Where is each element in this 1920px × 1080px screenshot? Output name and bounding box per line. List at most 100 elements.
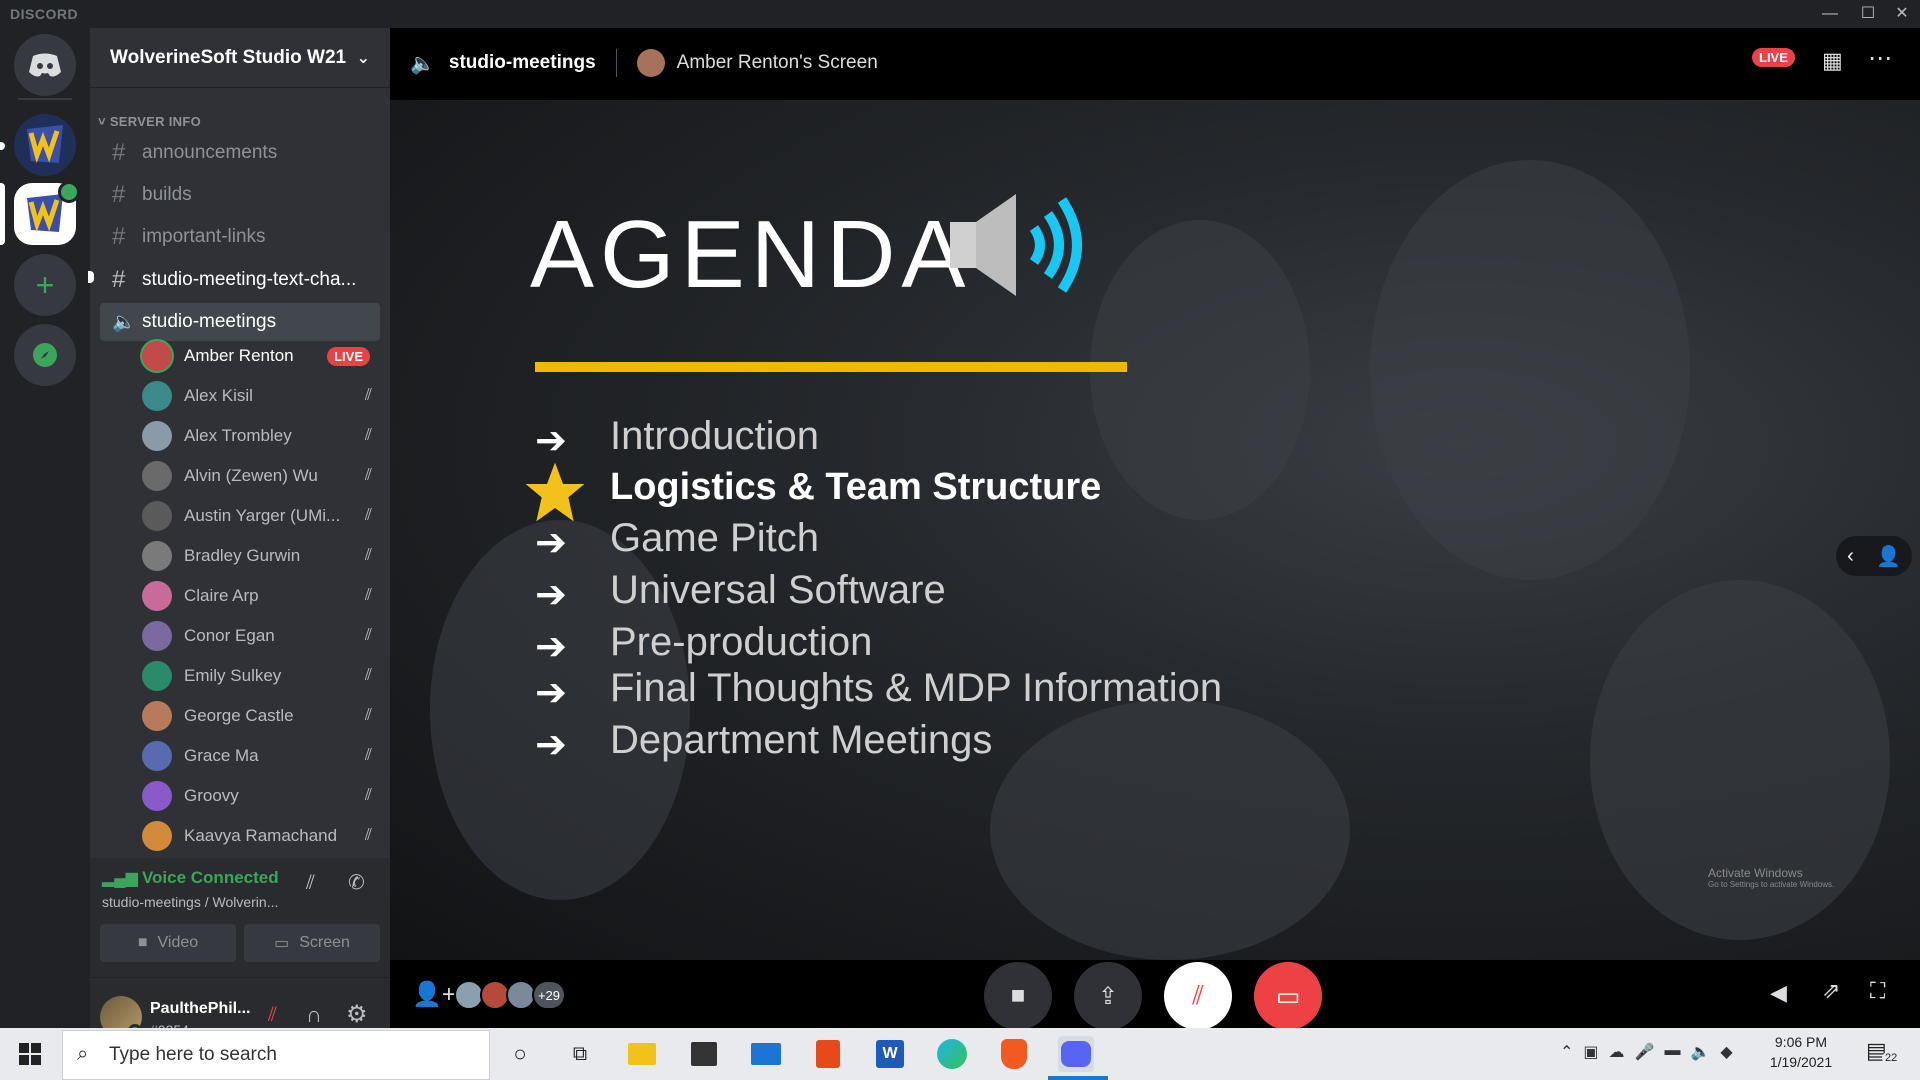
channel-sidebar: WolverineSoft Studio W21 ⌄ ˅ SERVER INFO… — [88, 28, 390, 1058]
word-icon[interactable]: W — [872, 1036, 908, 1072]
cortana-icon[interactable]: ○ — [502, 1036, 538, 1072]
close-button[interactable]: ✕ — [1882, 0, 1920, 28]
mic-muted-icon: ⫽ — [364, 467, 372, 484]
participant-overflow-count: +29 — [532, 980, 566, 1010]
voice-user[interactable]: Amber Renton LIVE — [142, 338, 380, 374]
stream-header: 🔈 studio-meetings Amber Renton's Screen … — [390, 28, 1920, 98]
settings-gear-icon[interactable]: ⚙ — [346, 1000, 368, 1029]
voice-user[interactable]: Kaavya Ramachand ⫽ — [142, 818, 380, 854]
voice-user[interactable]: George Castle ⫽ — [142, 698, 380, 734]
avatar — [142, 501, 172, 531]
voice-user[interactable]: Alex Trombley ⫽ — [142, 418, 380, 454]
onedrive-icon[interactable]: ☁ — [1609, 1042, 1625, 1062]
taskbar-search-input[interactable]: ⌕ Type here to search — [62, 1030, 490, 1080]
arrow-icon: ➔ — [535, 574, 567, 616]
voice-user[interactable]: Groovy ⫽ — [142, 778, 380, 814]
video-button[interactable]: ■ Video — [100, 924, 236, 962]
voice-user[interactable]: Emily Sulkey ⫽ — [142, 658, 380, 694]
headphones-icon[interactable]: ∩ — [306, 1002, 322, 1028]
speaker-icon[interactable]: 🔈 — [1690, 1042, 1710, 1062]
dropbox-icon[interactable]: ◆ — [1720, 1042, 1732, 1062]
chevron-up-icon[interactable]: ⌃ — [1560, 1042, 1573, 1062]
stream-view: 🔈 studio-meetings Amber Renton's Screen … — [390, 28, 1920, 1030]
clock-time: 9:06 PM — [1774, 1034, 1828, 1050]
mic-muted-icon: ⫽ — [364, 387, 372, 404]
username: PaulthePhil... — [150, 1000, 251, 1017]
voice-user-name: Bradley Gurwin — [184, 546, 301, 565]
clock-date: 1/19/2021 — [1769, 1054, 1833, 1070]
arrow-icon: ➔ — [535, 724, 567, 766]
battery-icon[interactable]: ▬ — [1664, 1042, 1680, 1062]
brave-icon[interactable] — [996, 1036, 1032, 1072]
fullscreen-icon[interactable]: ⛶ — [1870, 978, 1885, 1004]
voice-user[interactable]: Conor Egan ⫽ — [142, 618, 380, 654]
discord-taskbar-icon[interactable] — [1058, 1036, 1094, 1072]
agenda-item: Introduction — [610, 414, 820, 458]
avatar — [142, 741, 172, 771]
task-view-icon[interactable]: ⧉ — [562, 1036, 598, 1072]
camera-button[interactable]: ■ — [984, 962, 1052, 1030]
avatar — [142, 541, 172, 571]
leave-call-button[interactable]: ▭ — [1254, 962, 1322, 1030]
voice-user[interactable]: Bradley Gurwin ⫽ — [142, 538, 380, 574]
noise-suppression-icon[interactable]: ⫽ — [306, 872, 315, 895]
arrow-icon: ➔ — [535, 420, 567, 462]
voice-status[interactable]: Voice Connected — [142, 868, 279, 888]
mute-toggle-button[interactable]: ⫽ — [1164, 962, 1232, 1030]
live-badge: LIVE — [1752, 48, 1795, 67]
member-list-toggle[interactable]: ‹ 👤 — [1836, 536, 1912, 576]
mail-icon[interactable] — [748, 1036, 784, 1072]
screen-share-button[interactable]: ▭ Screen — [244, 924, 380, 962]
mic-muted-icon: ⫽ — [364, 627, 372, 644]
server-icon-wolverinesoft-studio[interactable] — [14, 181, 80, 245]
start-button[interactable] — [0, 1028, 60, 1080]
add-server-button[interactable]: + — [14, 254, 76, 316]
voice-user-name: George Castle — [184, 706, 294, 725]
popout-icon[interactable]: ⇗ — [1822, 978, 1840, 1004]
clock[interactable]: 9:06 PM 1/19/2021 — [1756, 1034, 1846, 1070]
window-titlebar: DISCORD — ☐ ✕ — [0, 0, 1920, 28]
avatar — [142, 341, 172, 371]
camera-icon: ■ — [1010, 982, 1026, 1009]
mic-muted-icon[interactable]: ⫽ — [268, 1004, 277, 1027]
server-icon-wolverinesoft[interactable] — [14, 114, 76, 176]
meet-now-icon[interactable]: ▣ — [1583, 1042, 1598, 1062]
home-button[interactable] — [14, 34, 76, 96]
file-explorer-icon[interactable] — [624, 1036, 660, 1072]
more-options-icon[interactable]: ⋯ — [1868, 44, 1892, 73]
voice-user-name: Alex Trombley — [184, 426, 292, 445]
voice-user[interactable]: Alex Kisil ⫽ — [142, 378, 380, 414]
voice-user-name: Grace Ma — [184, 746, 259, 765]
chevron-left-icon: ‹ — [1847, 544, 1854, 567]
voice-user-name: Kaavya Ramachand — [184, 826, 338, 845]
participant-avatars[interactable]: +29 — [454, 980, 566, 1010]
volume-icon[interactable]: ◀ — [1770, 980, 1787, 1006]
avatar — [142, 381, 172, 411]
office-icon[interactable] — [810, 1036, 846, 1072]
voice-user[interactable]: Austin Yarger (UMi... ⫽ — [142, 498, 380, 534]
speaker-icon: 🔈 — [410, 52, 435, 75]
invite-user-icon[interactable]: 👤+ — [412, 980, 456, 1009]
disconnect-icon[interactable]: ✆ — [348, 870, 365, 895]
voice-location[interactable]: studio-meetings / Wolverin... — [102, 894, 278, 910]
call-controls: 👤+ +29 ■ ⇪ ⫽ ▭ ◀ ⇗ ⛶ — [390, 960, 1920, 1030]
monitor-icon: ▭ — [274, 935, 290, 952]
share-screen-button[interactable]: ⇪ — [1074, 962, 1142, 1030]
explore-servers-button[interactable] — [14, 324, 76, 386]
voice-user[interactable]: Grace Ma ⫽ — [142, 738, 380, 774]
grid-layout-icon[interactable]: ▦ — [1822, 48, 1843, 74]
avatar — [142, 781, 172, 811]
discord-logo-icon — [29, 53, 61, 77]
windows-logo-icon — [19, 1043, 41, 1065]
voice-user[interactable]: Alvin (Zewen) Wu ⫽ — [142, 458, 380, 494]
arrow-icon: ➔ — [535, 522, 567, 564]
minimize-button[interactable]: — — [1810, 0, 1850, 28]
voice-user[interactable]: Claire Arp ⫽ — [142, 578, 380, 614]
edge-icon[interactable] — [934, 1036, 970, 1072]
notifications-button[interactable]: ▤ 22 — [1866, 1038, 1902, 1070]
mic-muted-icon: ⫽ — [364, 547, 372, 564]
microphone-icon[interactable]: 🎤 — [1635, 1042, 1655, 1062]
store-icon[interactable] — [686, 1036, 722, 1072]
avatar — [142, 701, 172, 731]
voice-user-name: Groovy — [184, 786, 239, 805]
